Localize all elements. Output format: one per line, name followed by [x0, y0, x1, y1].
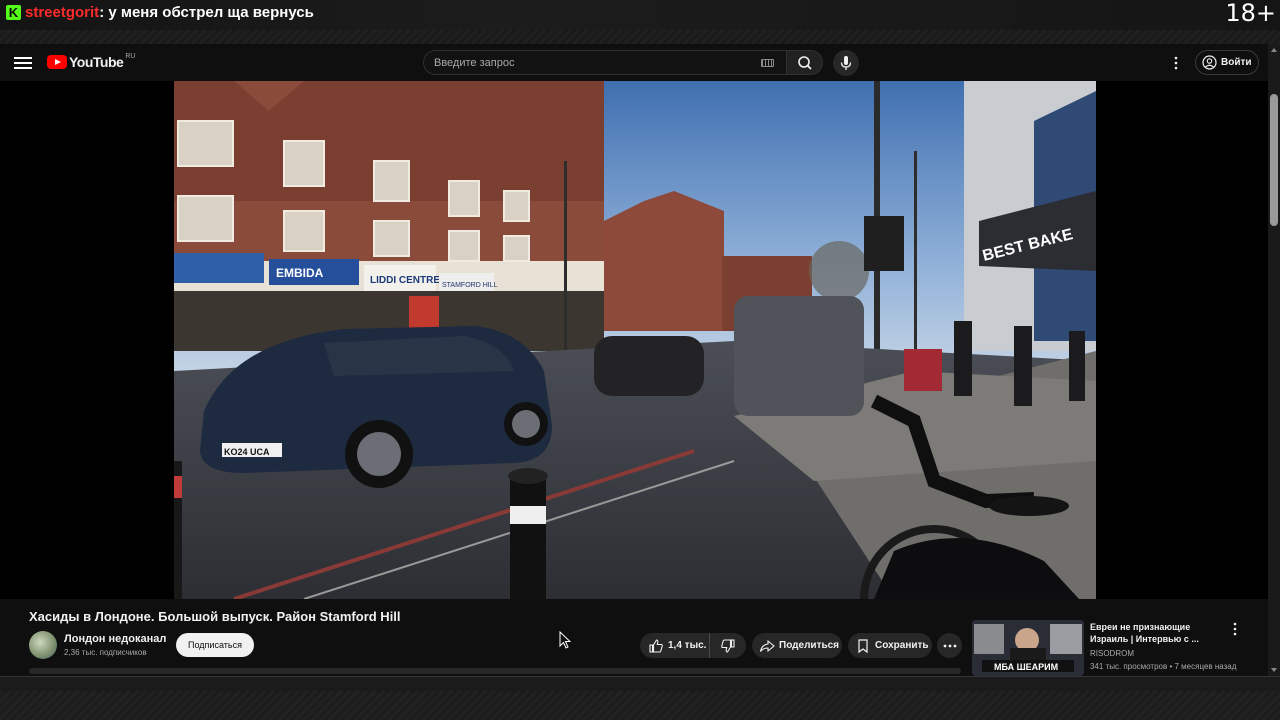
- like-button[interactable]: 1,4 тыс.: [640, 633, 710, 658]
- dislike-button[interactable]: [710, 633, 746, 658]
- search-button[interactable]: [786, 50, 823, 75]
- region-label: RU: [125, 52, 136, 60]
- street-scene-image: EMBIDA LIDDI CENTRE STAMFORD HILL BEST B…: [174, 81, 1096, 599]
- shop-sign-stamford: STAMFORD HILL: [442, 282, 498, 289]
- share-button[interactable]: Поделиться: [752, 633, 842, 658]
- menu-icon[interactable]: [14, 54, 32, 70]
- thumbs-up-icon: [649, 638, 663, 653]
- mouse-cursor-icon: [559, 630, 572, 649]
- stream-overlay-bottom: [0, 676, 1280, 720]
- stream-overlay-bar: K streetgorit: у меня обстрел ща вернусь…: [0, 0, 1280, 44]
- share-arrow-icon: [759, 639, 775, 652]
- recommended-title[interactable]: Евреи не признающие Израиль | Интервью с…: [1090, 621, 1220, 645]
- share-label: Поделиться: [779, 640, 840, 651]
- save-label: Сохранить: [875, 640, 929, 651]
- thumbnail-image: МБА ШЕАРИМ: [972, 620, 1084, 676]
- youtube-header: YouTube RU Войти: [0, 44, 1268, 81]
- video-frame[interactable]: EMBIDA LIDDI CENTRE STAMFORD HILL BEST B…: [174, 81, 1096, 599]
- bookmark-icon: [858, 638, 868, 653]
- age-rating-badge: 18+: [1225, 0, 1276, 27]
- keyboard-icon[interactable]: [761, 59, 774, 67]
- like-count: 1,4 тыс.: [668, 640, 707, 651]
- scroll-down-arrow-icon[interactable]: [1271, 668, 1277, 672]
- overlay-stripe: [0, 30, 1280, 44]
- search-icon: [798, 56, 812, 70]
- recommended-thumbnail[interactable]: МБА ШЕАРИМ: [972, 620, 1084, 676]
- signin-label: Войти: [1221, 57, 1252, 68]
- thumbnail-caption: МБА ШЕАРИМ: [994, 662, 1058, 672]
- channel-avatar[interactable]: [29, 631, 57, 659]
- search-box: [423, 50, 786, 75]
- save-button[interactable]: Сохранить: [848, 633, 932, 658]
- search-input[interactable]: [434, 51, 734, 74]
- description-box-edge[interactable]: [29, 668, 961, 674]
- shop-sign-lidl: LIDDI CENTRE: [370, 275, 440, 286]
- kick-logo-icon: K: [6, 5, 21, 20]
- recommended-meta: 341 тыс. просмотров • 7 месяцев назад: [1090, 662, 1237, 671]
- microphone-icon: [840, 56, 852, 70]
- settings-kebab-icon[interactable]: [1170, 55, 1182, 71]
- subscribe-button[interactable]: Подписаться: [176, 633, 254, 657]
- youtube-play-icon: [47, 55, 67, 69]
- chat-username: streetgorit: [25, 4, 100, 21]
- license-plate: KO24 UCA: [224, 447, 270, 457]
- scroll-up-arrow-icon[interactable]: [1271, 48, 1277, 52]
- scrollbar-thumb[interactable]: [1270, 94, 1278, 226]
- user-circle-icon: [1202, 55, 1217, 70]
- like-dislike-group: 1,4 тыс.: [640, 633, 746, 658]
- video-title: Хасиды в Лондоне. Большой выпуск. Район …: [29, 609, 401, 624]
- voice-search-button[interactable]: [833, 50, 859, 76]
- shop-sign-embida: EMBIDA: [276, 266, 324, 280]
- more-actions-button[interactable]: [937, 633, 962, 658]
- youtube-wordmark: YouTube: [69, 54, 124, 70]
- signin-button[interactable]: Войти: [1195, 50, 1259, 75]
- chat-message: streetgorit: у меня обстрел ща вернусь: [25, 3, 314, 22]
- youtube-logo[interactable]: YouTube RU: [47, 52, 136, 70]
- more-horizontal-icon: [943, 644, 956, 647]
- recommended-channel[interactable]: RISODROM: [1090, 649, 1134, 659]
- page-scrollbar[interactable]: [1268, 44, 1280, 676]
- channel-name[interactable]: Лондон недоканал: [64, 633, 166, 646]
- recommended-kebab-icon[interactable]: [1229, 621, 1241, 637]
- chat-text: : у меня обстрел ща вернусь: [99, 4, 314, 21]
- thumbs-down-icon: [721, 638, 735, 653]
- overlay-stripe-bottom: [0, 691, 1280, 720]
- video-player[interactable]: EMBIDA LIDDI CENTRE STAMFORD HILL BEST B…: [0, 81, 1268, 599]
- subscriber-count: 2,36 тыс. подписчиков: [64, 648, 147, 657]
